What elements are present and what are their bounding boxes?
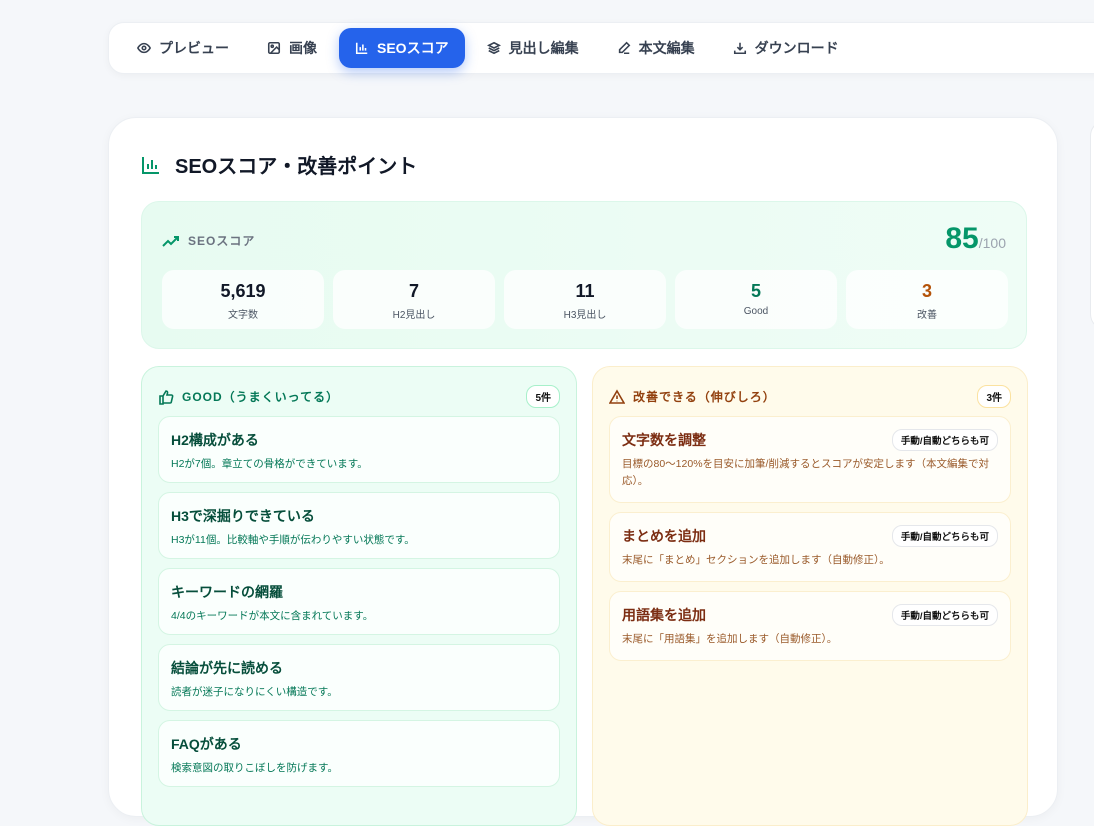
stat-box: 5,619 文字数 bbox=[162, 270, 324, 329]
item-desc: 末尾に「用語集」を追加します（自動修正）。 bbox=[622, 631, 998, 648]
improve-count-badge: 3件 bbox=[977, 385, 1011, 408]
tab-label: プレビュー bbox=[159, 38, 229, 58]
image-icon bbox=[267, 41, 281, 55]
tab-body-edit[interactable]: 本文編集 bbox=[601, 28, 711, 68]
item-desc: 目標の80〜120%を目安に加筆/削減するとスコアが安定します（本文編集で対応）… bbox=[622, 456, 998, 490]
card-title: SEOスコア・改善ポイント bbox=[141, 150, 417, 179]
stat-box: 7 H2見出し bbox=[333, 270, 495, 329]
tab-bar: プレビュー 画像 SEOスコア 見出し編集 本文編集 ダウンロード bbox=[108, 22, 1094, 74]
item-title: 結論が先に読める bbox=[171, 658, 547, 678]
item-desc: 検索意図の取りこぼしを防げます。 bbox=[171, 760, 547, 777]
layers-icon bbox=[487, 41, 501, 55]
stat-value: 11 bbox=[504, 281, 666, 302]
tab-label: 見出し編集 bbox=[509, 38, 579, 58]
fix-mode-chip: 手動/自動どちらも可 bbox=[892, 429, 998, 451]
pencil-icon bbox=[617, 41, 631, 55]
improve-header: 改善できる（伸びしろ） 3件 bbox=[609, 385, 1011, 408]
trending-up-icon bbox=[162, 234, 180, 248]
stat-box: 11 H3見出し bbox=[504, 270, 666, 329]
good-item: FAQがある検索意図の取りこぼしを防げます。 bbox=[158, 720, 560, 787]
improve-item[interactable]: 用語集を追加手動/自動どちらも可末尾に「用語集」を追加します（自動修正）。 bbox=[609, 591, 1011, 661]
stat-value: 5,619 bbox=[162, 281, 324, 302]
stat-value: 5 bbox=[675, 281, 837, 302]
stat-label: 改善 bbox=[846, 306, 1008, 321]
improve-panel: 改善できる（伸びしろ） 3件 文字数を調整手動/自動どちらも可目標の80〜120%… bbox=[592, 366, 1028, 826]
tab-label: 画像 bbox=[289, 38, 317, 58]
side-panel-edge bbox=[1090, 120, 1094, 330]
good-item: H2構成がある H2が7個。章立ての骨格ができています。 bbox=[158, 416, 560, 483]
score-max: /100 bbox=[979, 235, 1006, 251]
stat-box: 5 Good bbox=[675, 270, 837, 329]
fix-mode-chip: 手動/自動どちらも可 bbox=[892, 604, 998, 626]
good-panel: GOOD（うまくいってる） 5件 H2構成がある H2が7個。章立ての骨格ができてい… bbox=[141, 366, 577, 826]
good-count-badge: 5件 bbox=[526, 385, 560, 408]
tab-heading-edit[interactable]: 見出し編集 bbox=[471, 28, 595, 68]
tab-preview[interactable]: プレビュー bbox=[121, 28, 245, 68]
seo-card: SEOスコア・改善ポイント SEOスコア 85/100 5,619 文字数 7 H2見… bbox=[108, 117, 1058, 817]
score-number: 85 bbox=[945, 222, 978, 255]
good-list: H2構成があるH2が7個。章立ての骨格ができています。H3で深掘りできているH3… bbox=[158, 416, 560, 787]
item-desc: 4/4のキーワードが本文に含まれています。 bbox=[171, 608, 547, 625]
good-item: 結論が先に読める読者が迷子になりにくい構造です。 bbox=[158, 644, 560, 711]
score-label-text: SEOスコア bbox=[188, 232, 255, 249]
stat-value: 7 bbox=[333, 281, 495, 302]
item-desc: 読者が迷子になりにくい構造です。 bbox=[171, 684, 547, 701]
improve-list: 文字数を調整手動/自動どちらも可目標の80〜120%を目安に加筆/削減するとスコ… bbox=[609, 416, 1011, 661]
stat-label: 文字数 bbox=[162, 306, 324, 321]
stat-label: H3見出し bbox=[504, 306, 666, 321]
item-title: キーワードの網羅 bbox=[171, 582, 547, 602]
improve-title: 改善できる（伸びしろ） bbox=[633, 388, 776, 405]
download-icon bbox=[733, 41, 747, 55]
fix-mode-chip: 手動/自動どちらも可 bbox=[892, 525, 998, 547]
good-header: GOOD（うまくいってる） 5件 bbox=[158, 385, 560, 408]
tab-label: SEOスコア bbox=[377, 38, 449, 58]
score-summary: SEOスコア 85/100 5,619 文字数 7 H2見出し 11 H3見出し 5 Good… bbox=[141, 201, 1027, 349]
item-desc: 末尾に「まとめ」セクションを追加します（自動修正）。 bbox=[622, 552, 998, 569]
thumbs-up-icon bbox=[158, 389, 174, 405]
improve-item[interactable]: 文字数を調整手動/自動どちらも可目標の80〜120%を目安に加筆/削減するとスコ… bbox=[609, 416, 1011, 503]
stat-box: 3 改善 bbox=[846, 270, 1008, 329]
item-desc: H3が11個。比較軸や手順が伝わりやすい状態です。 bbox=[171, 532, 547, 549]
eye-icon bbox=[137, 41, 151, 55]
warning-icon bbox=[609, 389, 625, 405]
improve-item[interactable]: まとめを追加手動/自動どちらも可末尾に「まとめ」セクションを追加します（自動修正… bbox=[609, 512, 1011, 582]
page-title: SEOスコア・改善ポイント bbox=[175, 150, 417, 179]
good-item: H3で深掘りできている H3が11個。比較軸や手順が伝わりやすい状態です。 bbox=[158, 492, 560, 559]
good-title: GOOD（うまくいってる） bbox=[182, 388, 339, 405]
tab-image[interactable]: 画像 bbox=[251, 28, 333, 68]
item-desc: H2が7個。章立ての骨格ができています。 bbox=[171, 456, 547, 473]
score-value: 85/100 bbox=[945, 222, 1006, 256]
tab-label: ダウンロード bbox=[755, 38, 839, 58]
tab-label: 本文編集 bbox=[639, 38, 695, 58]
bar-chart-icon bbox=[141, 155, 161, 175]
item-title: H2構成がある bbox=[171, 430, 547, 450]
bar-chart-icon bbox=[355, 41, 369, 55]
item-title: FAQがある bbox=[171, 734, 547, 754]
stats-row: 5,619 文字数 7 H2見出し 11 H3見出し 5 Good 3 改善 bbox=[162, 270, 1008, 329]
score-label: SEOスコア bbox=[162, 232, 255, 249]
good-item: キーワードの網羅 4/4のキーワードが本文に含まれています。 bbox=[158, 568, 560, 635]
stat-label: H2見出し bbox=[333, 306, 495, 321]
stat-value: 3 bbox=[846, 281, 1008, 302]
stat-label: Good bbox=[675, 306, 837, 317]
tab-download[interactable]: ダウンロード bbox=[717, 28, 855, 68]
item-title: H3で深掘りできている bbox=[171, 506, 547, 526]
tab-seo-score[interactable]: SEOスコア bbox=[339, 28, 465, 68]
